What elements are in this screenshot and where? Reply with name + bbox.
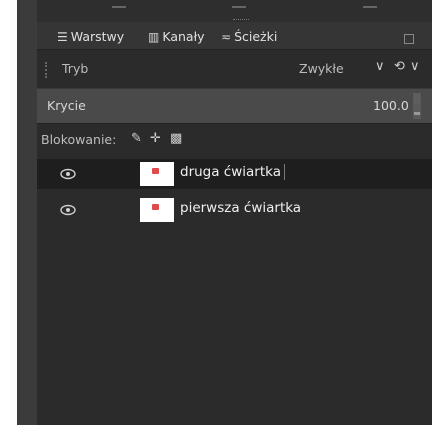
layer-row[interactable]: pierwsza ćwiartka xyxy=(37,195,432,225)
tab-layers[interactable]: ☰ Warstwy xyxy=(57,28,124,45)
stepper-up[interactable] xyxy=(414,93,420,105)
lock-label: Blokowanie: xyxy=(41,132,117,147)
tab-paths-label: Ścieżki xyxy=(234,29,278,44)
outer-dock-bar xyxy=(17,0,38,425)
tab-channels[interactable]: ▥ Kanały xyxy=(148,28,205,45)
layer-row[interactable]: druga ćwiartka xyxy=(37,159,432,189)
tab-paths[interactable]: ≂ Ścieżki xyxy=(221,28,277,45)
opacity-value[interactable]: 100.0 xyxy=(373,98,409,113)
lock-position-icon[interactable]: ✛ xyxy=(150,131,161,146)
toolbar-mark xyxy=(232,6,246,14)
opacity-label: Krycie xyxy=(47,98,86,113)
stepper-down[interactable] xyxy=(414,112,420,115)
layer-name[interactable]: druga ćwiartka xyxy=(180,164,285,180)
tab-layers-label: Warstwy xyxy=(70,29,125,44)
mode-row-divider xyxy=(45,62,49,78)
layer-name[interactable]: pierwsza ćwiartka xyxy=(180,200,301,216)
chevron-down-icon[interactable]: ∨ xyxy=(375,59,385,74)
thumbnail-mark xyxy=(152,168,159,174)
eye-icon[interactable] xyxy=(59,166,77,182)
layer-thumbnail xyxy=(140,198,174,222)
opacity-spinscale[interactable]: Krycie 100.0 xyxy=(37,88,432,124)
layer-thumbnail xyxy=(140,162,174,186)
layers-dock: ☰ Warstwy ▥ Kanały ≂ Ścieżki Tryb Zwykłe… xyxy=(37,0,432,425)
mode-row: Tryb Zwykłe ∨ ⟲ ∨ xyxy=(37,56,432,83)
paths-icon: ≂ xyxy=(221,29,232,44)
eye-icon[interactable] xyxy=(59,202,77,218)
mode-select[interactable]: Zwykłe xyxy=(299,61,344,76)
thumbnail-mark xyxy=(152,204,159,210)
channels-icon: ▥ xyxy=(148,29,160,44)
chevron-down-icon[interactable]: ∨ xyxy=(410,59,420,74)
toolbar-mark xyxy=(112,6,126,14)
opacity-stepper[interactable] xyxy=(413,93,421,119)
layers-icon: ☰ xyxy=(57,29,68,44)
dock-tabs: ☰ Warstwy ▥ Kanały ≂ Ścieżki xyxy=(37,22,432,50)
tab-channels-label: Kanały xyxy=(162,29,205,44)
lock-pixels-icon[interactable]: ✎ xyxy=(131,131,142,146)
lock-alpha-icon[interactable]: ▩ xyxy=(170,131,182,146)
lock-row: Blokowanie: ✎ ✛ ▩ xyxy=(37,129,432,151)
tab-menu-icon[interactable] xyxy=(404,34,414,44)
composite-mode-icon[interactable]: ⟲ xyxy=(394,59,405,74)
mode-label: Tryb xyxy=(62,61,89,76)
toolbar-mark xyxy=(363,6,377,14)
